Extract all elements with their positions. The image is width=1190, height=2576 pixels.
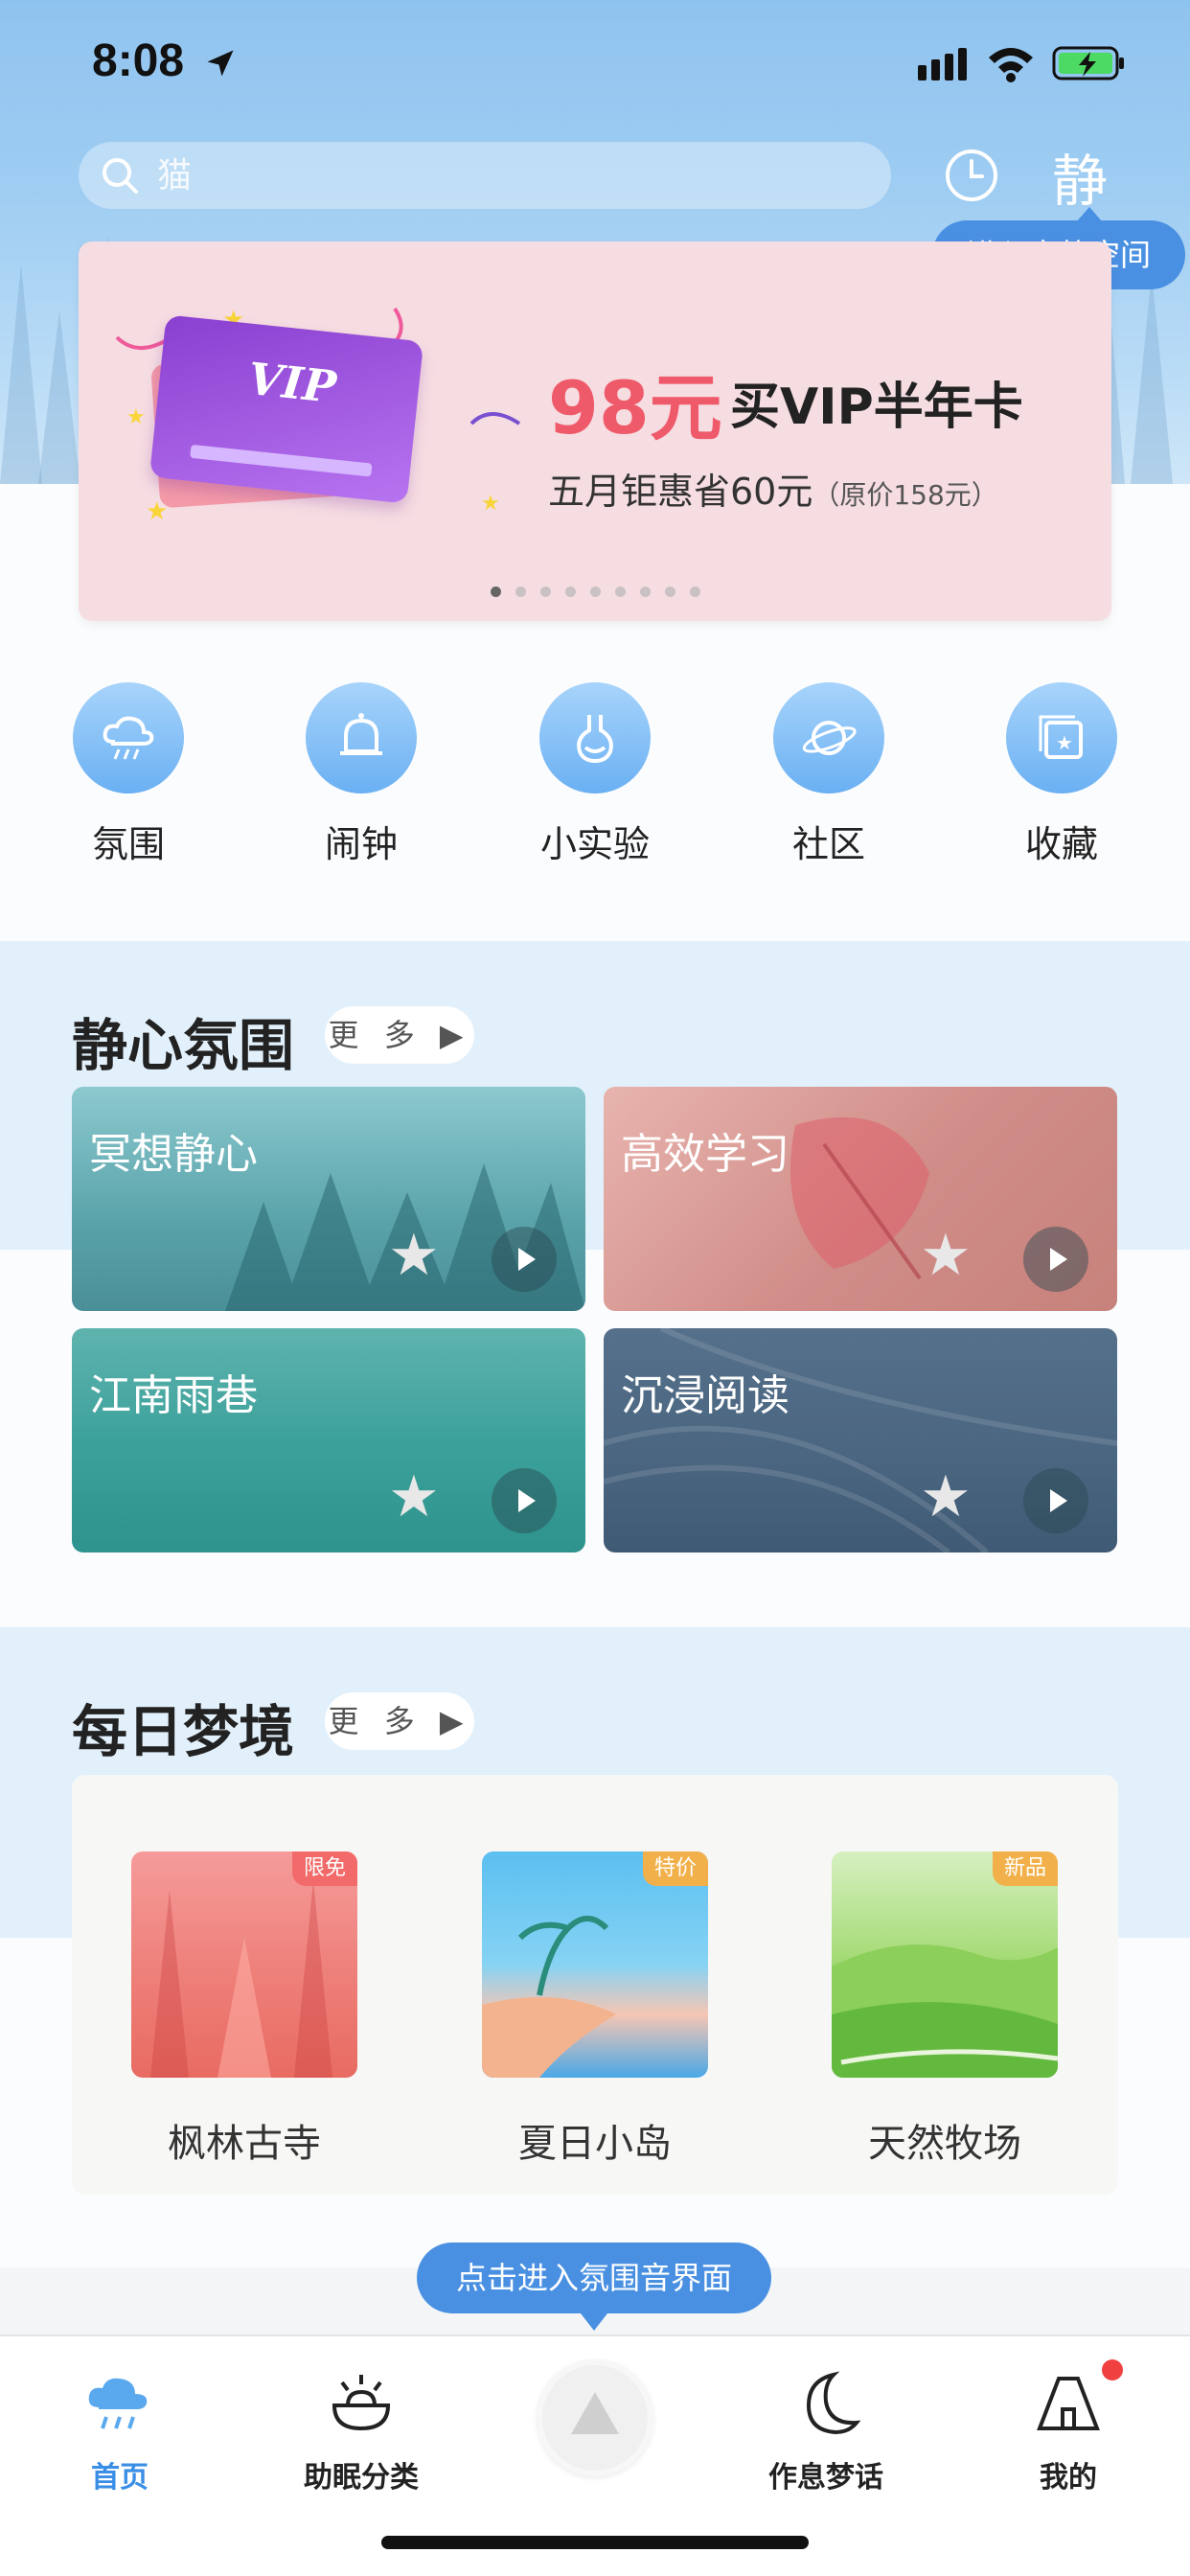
location-arrow-icon xyxy=(207,50,234,77)
search-icon xyxy=(103,158,138,194)
ambience-card-rain-alley[interactable]: 江南雨巷 ★ xyxy=(72,1328,585,1552)
cloud-rain-icon xyxy=(88,2378,148,2429)
banner-page-dot[interactable] xyxy=(590,586,601,597)
dreams-section-title: 每日梦境 xyxy=(72,1699,295,1764)
tent-house-icon xyxy=(1037,2377,1100,2430)
maple-temple-image: 限免 xyxy=(131,1852,357,2078)
banner-price: 98元 xyxy=(548,365,722,450)
ambience-card-meditation[interactable]: 冥想静心 ★ xyxy=(72,1087,585,1311)
banner-pagination[interactable] xyxy=(491,586,700,598)
dreams-panel: 限免 枫林古寺 特价 夏日小岛 新品 天然牧场 xyxy=(72,1775,1118,2195)
banner-subtitle: 五月钜惠省60元（原价158元） xyxy=(548,462,998,515)
quick-nav-ambience[interactable]: 氛围 xyxy=(33,682,224,867)
tab-home[interactable]: 首页 xyxy=(34,2365,206,2496)
flask-icon xyxy=(539,682,651,794)
ambience-sound-tooltip[interactable]: 点击进入氛围音界面 xyxy=(417,2242,771,2331)
ambience-card-label: 冥想静心 xyxy=(89,1130,258,1179)
banner-page-dot[interactable] xyxy=(565,586,576,597)
banner-page-dot[interactable] xyxy=(491,586,501,597)
play-icon[interactable] xyxy=(492,1227,557,1292)
promo-banner[interactable]: ★ ★ ★ ★ VIP 98元 买VIP半年卡 五月钜惠省60元（原价158元） xyxy=(79,242,1111,621)
summer-island-image: 特价 xyxy=(482,1852,708,2078)
ambience-card-label: 沉浸阅读 xyxy=(621,1371,790,1420)
dream-label: 天然牧场 xyxy=(868,2122,1021,2166)
star-box-icon: ★ xyxy=(1006,682,1117,794)
play-icon[interactable] xyxy=(1023,1468,1088,1533)
dream-label: 枫林古寺 xyxy=(168,2122,321,2166)
dream-badge: 限免 xyxy=(291,1852,357,1886)
favorite-star-icon[interactable]: ★ xyxy=(388,1468,440,1526)
quick-nav-alarm[interactable]: 闹钟 xyxy=(265,682,457,867)
vip-card-image: VIP xyxy=(149,314,424,504)
quick-nav-experiment[interactable]: 小实验 xyxy=(499,682,691,867)
banner-page-dot[interactable] xyxy=(540,586,551,597)
tab-sleep-categories[interactable]: 助眠分类 xyxy=(275,2365,447,2496)
center-play-button[interactable] xyxy=(537,2359,653,2476)
banner-title: 买VIP半年卡 xyxy=(730,379,1023,436)
pasture-image: 新品 xyxy=(832,1852,1058,2078)
banner-page-dot[interactable] xyxy=(665,586,675,597)
dream-item-pasture[interactable]: 新品 天然牧场 xyxy=(832,1852,1058,2168)
quick-nav-label: 氛围 xyxy=(91,823,165,865)
planet-icon xyxy=(773,682,884,794)
moon-icon xyxy=(806,2371,861,2435)
banner-subtitle-text: 五月钜惠省60元 xyxy=(548,471,813,513)
dream-label: 夏日小岛 xyxy=(518,2122,672,2166)
dreams-more-button[interactable]: 更 多 ▶ xyxy=(325,1692,474,1750)
dream-item-summer-island[interactable]: 特价 夏日小岛 xyxy=(482,1852,708,2168)
ambience-card-label: 江南雨巷 xyxy=(89,1371,258,1420)
dream-badge: 新品 xyxy=(992,1852,1058,1886)
dream-badge: 特价 xyxy=(642,1852,708,1886)
banner-original-price: （原价158元） xyxy=(812,479,998,511)
banner-page-dot[interactable] xyxy=(515,586,526,597)
quick-nav-community[interactable]: 社区 xyxy=(733,682,925,867)
status-bar: 8:08 xyxy=(0,0,1190,126)
search-input[interactable] xyxy=(157,142,866,209)
status-time: 8:08 xyxy=(92,35,185,86)
quick-nav: 氛围 闹钟 小实验 社区 ★ 收藏 xyxy=(0,682,1190,874)
tab-profile[interactable]: 我的 xyxy=(982,2365,1155,2496)
svg-text:★: ★ xyxy=(1056,731,1073,754)
quick-nav-label: 闹钟 xyxy=(324,823,398,865)
quick-nav-label: 小实验 xyxy=(539,823,650,865)
ambience-section-title: 静心氛围 xyxy=(72,1013,295,1078)
cloud-rain-icon xyxy=(73,682,184,794)
battery-charging-icon xyxy=(1052,46,1124,80)
tab-schedule-dreams[interactable]: 作息梦话 xyxy=(740,2365,912,2496)
favorite-star-icon[interactable]: ★ xyxy=(920,1227,972,1284)
ambience-more-button[interactable]: 更 多 ▶ xyxy=(325,1006,474,1064)
notification-dot xyxy=(1102,2359,1123,2380)
ambience-card-reading[interactable]: 沉浸阅读 ★ xyxy=(604,1328,1117,1552)
play-icon[interactable] xyxy=(1023,1227,1088,1292)
svg-text:★: ★ xyxy=(126,405,146,429)
vip-card-logo: VIP xyxy=(245,352,339,414)
quick-nav-label: 社区 xyxy=(791,823,865,865)
wifi-icon xyxy=(989,48,1033,82)
tab-label: 首页 xyxy=(91,2461,149,2495)
svg-text:★: ★ xyxy=(481,492,500,516)
cellular-signal-icon xyxy=(918,48,967,80)
bell-icon xyxy=(306,682,417,794)
ambience-card-study[interactable]: 高效学习 ★ xyxy=(604,1087,1117,1311)
dream-item-maple-temple[interactable]: 限免 枫林古寺 xyxy=(131,1852,357,2168)
home-indicator[interactable] xyxy=(381,2536,809,2549)
history-clock-icon[interactable] xyxy=(944,148,999,203)
tab-label: 我的 xyxy=(1040,2461,1097,2495)
sunrise-bowl-icon xyxy=(332,2375,391,2431)
ambience-card-label: 高效学习 xyxy=(621,1130,790,1179)
tab-label: 作息梦话 xyxy=(768,2461,883,2495)
search-bar[interactable] xyxy=(79,142,891,209)
quiet-space-icon[interactable]: 静 xyxy=(1052,136,1108,217)
banner-page-dot[interactable] xyxy=(615,586,626,597)
quick-nav-favorites[interactable]: ★ 收藏 xyxy=(966,682,1157,867)
quick-nav-label: 收藏 xyxy=(1024,823,1098,865)
favorite-star-icon[interactable]: ★ xyxy=(920,1468,972,1526)
tab-label: 助眠分类 xyxy=(304,2461,419,2495)
banner-page-dot[interactable] xyxy=(690,586,700,597)
favorite-star-icon[interactable]: ★ xyxy=(388,1227,440,1284)
play-icon[interactable] xyxy=(492,1468,557,1533)
banner-page-dot[interactable] xyxy=(640,586,651,597)
